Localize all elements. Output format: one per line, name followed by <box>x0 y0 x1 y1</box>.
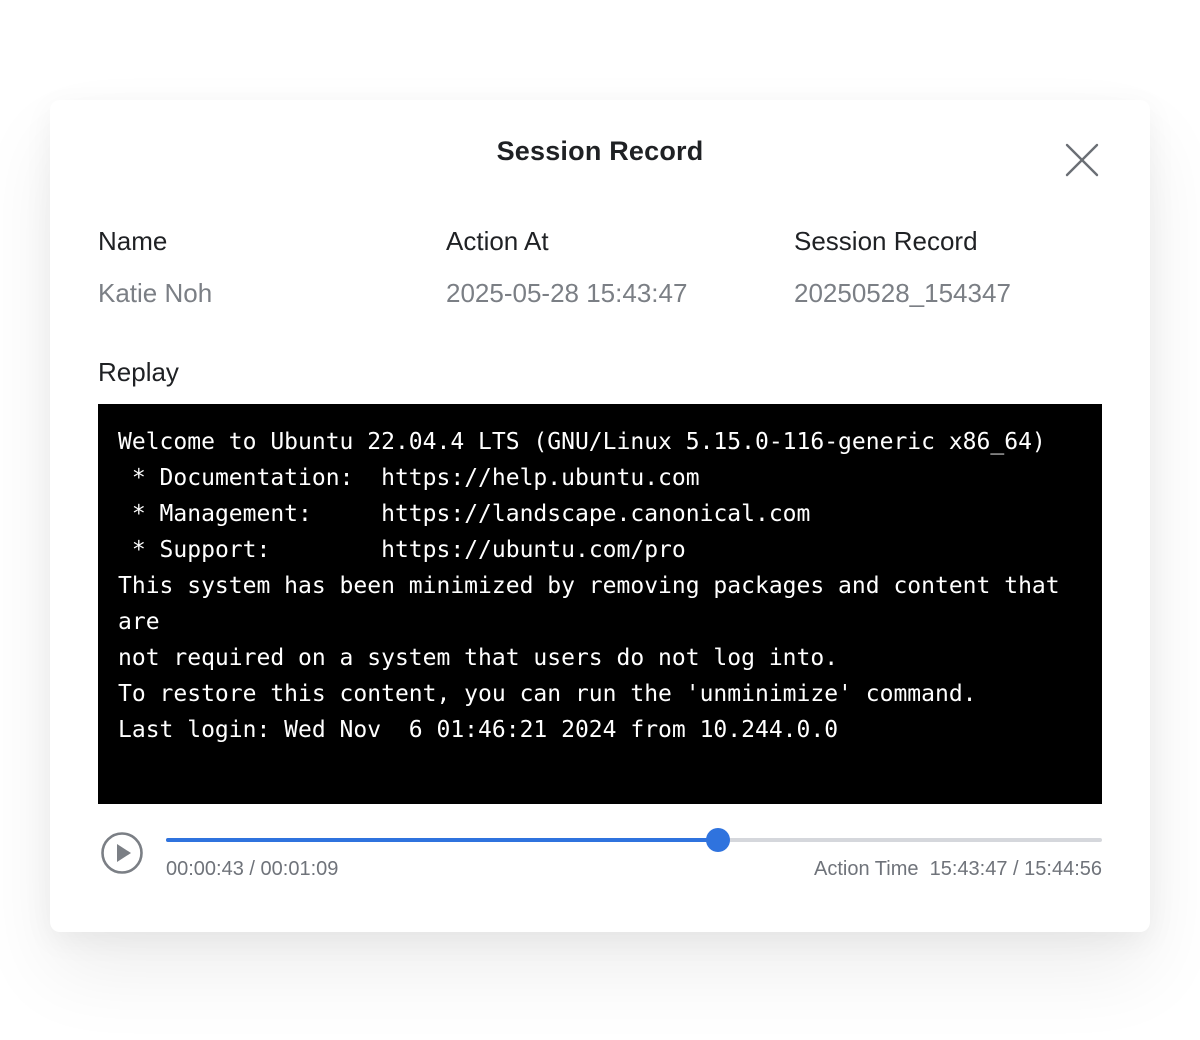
meta-action-at: Action At 2025-05-28 15:43:47 <box>446 226 687 308</box>
close-icon <box>1065 143 1099 177</box>
session-record-dialog: Session Record Name Katie Noh Action At … <box>50 100 1150 932</box>
terminal-line: * Management: https://landscape.canonica… <box>118 501 811 527</box>
replay-player: 00:00:43 / 00:01:09 Action Time 15:43:47… <box>98 828 1102 888</box>
name-value: Katie Noh <box>98 278 213 308</box>
session-record-value: 20250528_154347 <box>794 278 1011 308</box>
play-icon <box>101 832 143 874</box>
elapsed-time: 00:00:43 / 00:01:09 <box>166 858 339 880</box>
session-meta: Name Katie Noh Action At 2025-05-28 15:4… <box>98 226 1102 316</box>
action-at-label: Action At <box>446 226 549 256</box>
session-record-label: Session Record <box>794 226 978 256</box>
action-time-value: 15:43:47 / 15:44:56 <box>929 858 1102 880</box>
meta-name: Name Katie Noh <box>98 226 212 308</box>
play-button[interactable] <box>100 831 144 875</box>
terminal-replay: Welcome to Ubuntu 22.04.4 LTS (GNU/Linux… <box>98 404 1102 804</box>
action-at-value: 2025-05-28 15:43:47 <box>446 278 688 308</box>
name-label: Name <box>98 226 168 256</box>
terminal-line: Welcome to Ubuntu 22.04.4 LTS (GNU/Linux… <box>118 429 1046 455</box>
terminal-line: This system has been minimized by removi… <box>118 573 1074 635</box>
dialog-title: Session Record <box>496 136 704 166</box>
terminal-line: * Support: https://ubuntu.com/pro <box>118 537 686 563</box>
progress-thumb[interactable] <box>706 828 731 852</box>
terminal-line: not required on a system that users do n… <box>118 645 839 671</box>
action-time: Action Time 15:43:47 / 15:44:56 <box>814 858 1102 881</box>
meta-session-record: Session Record 20250528_154347 <box>794 226 1011 308</box>
replay-label: Replay <box>98 357 179 387</box>
progress-slider[interactable] <box>166 828 1102 852</box>
terminal-line: * Documentation: https://help.ubuntu.com <box>118 465 700 491</box>
action-time-label: Action Time <box>814 858 919 880</box>
terminal-line: To restore this content, you can run the… <box>118 681 977 707</box>
close-button[interactable] <box>1062 140 1102 180</box>
progress-fill <box>166 838 719 842</box>
terminal-line: Last login: Wed Nov 6 01:46:21 2024 from… <box>118 717 839 743</box>
